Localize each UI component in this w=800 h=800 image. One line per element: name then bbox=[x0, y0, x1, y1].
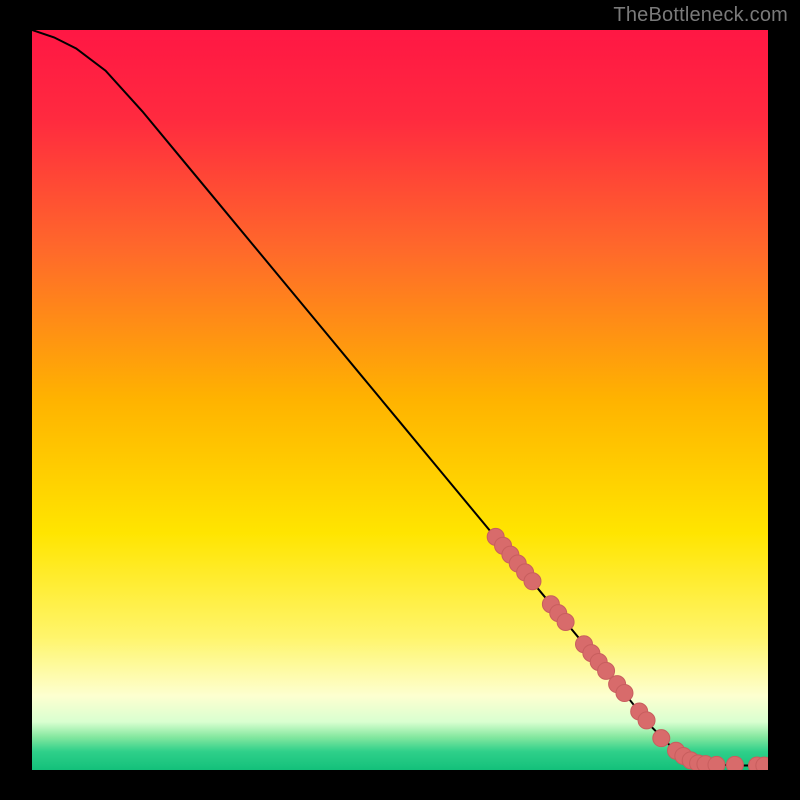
data-marker bbox=[638, 712, 655, 729]
watermark-text: TheBottleneck.com bbox=[613, 4, 788, 27]
chart-svg bbox=[32, 30, 768, 770]
chart-plot-area bbox=[32, 30, 768, 770]
data-marker bbox=[616, 685, 633, 702]
data-marker bbox=[557, 614, 574, 631]
data-marker bbox=[653, 730, 670, 747]
data-marker bbox=[524, 573, 541, 590]
data-marker bbox=[726, 756, 743, 770]
chart-stage: TheBottleneck.com bbox=[0, 0, 800, 800]
gradient-background bbox=[32, 30, 768, 770]
data-marker bbox=[708, 756, 725, 770]
